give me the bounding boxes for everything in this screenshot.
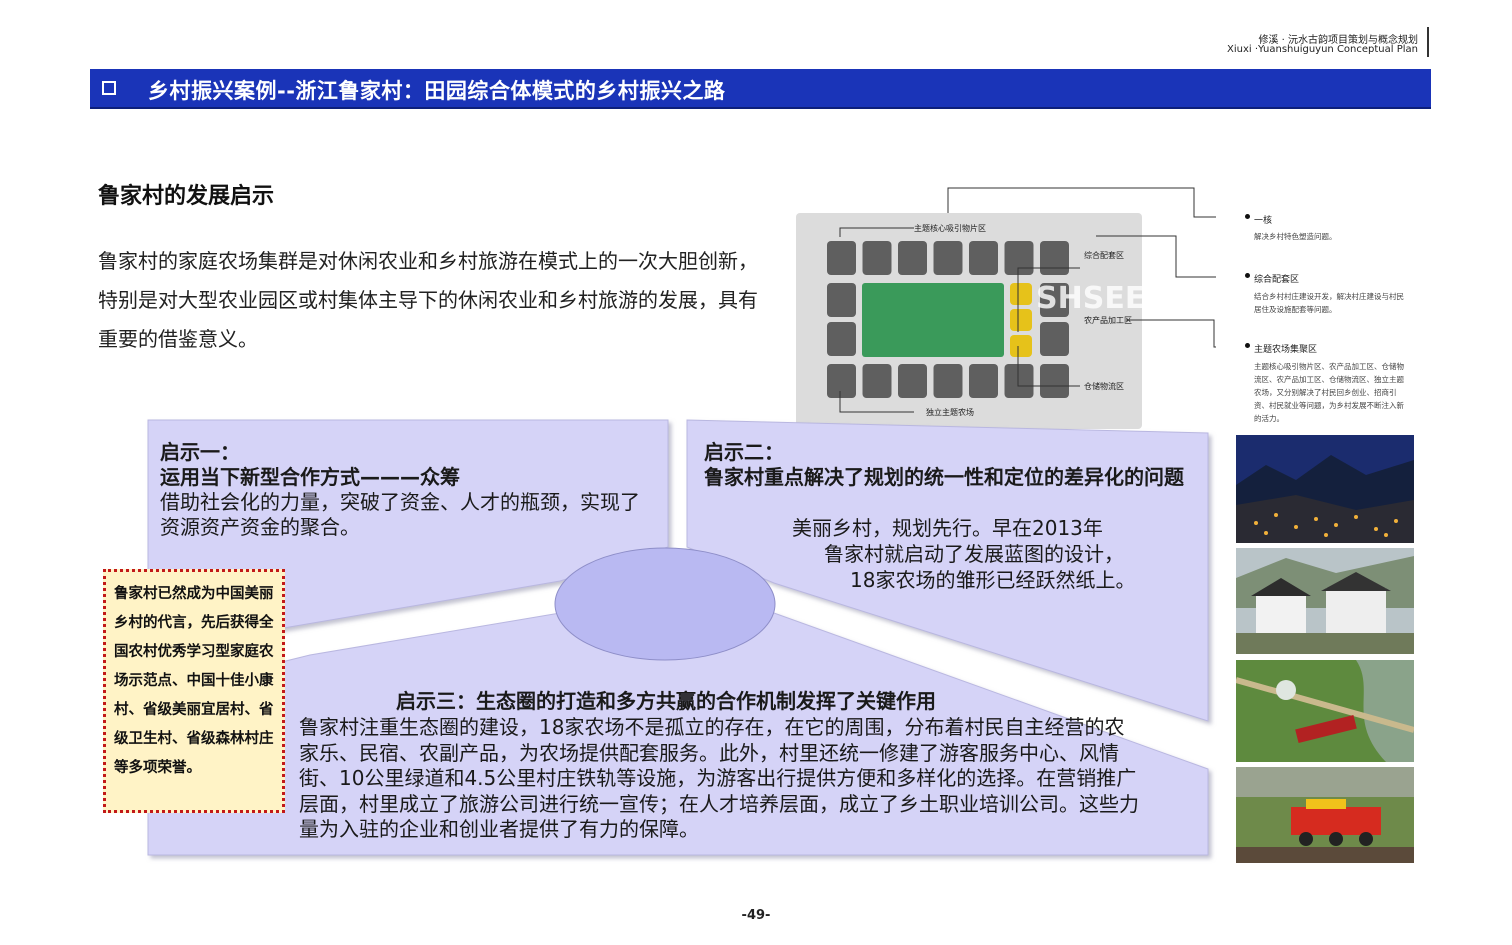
panel-2-label: 启示二：: [704, 440, 784, 464]
grid-cell: [1004, 364, 1034, 398]
photo-train-river: [1236, 660, 1414, 762]
grid-cell: [969, 241, 998, 275]
bullet-icon: [1245, 273, 1250, 278]
panel-2-body-line-2: 鲁家村就启动了发展蓝图的设计，: [824, 542, 1124, 566]
legend-desc-2: 结合乡村村庄建设开发，解决村庄建设与村民居住及设施配套等问题。: [1254, 292, 1404, 314]
legend-desc-1: 解决乡村特色塑造问题。: [1254, 232, 1337, 241]
grid-cell: [827, 364, 856, 398]
title-bar: 乡村振兴案例--浙江鲁家村：田园综合体模式的乡村振兴之路: [90, 69, 1431, 109]
panel-2-title: 鲁家村重点解决了规划的统一性和定位的差异化的问题: [704, 465, 1184, 489]
panel-2-heading: 启示二： 鲁家村重点解决了规划的统一性和定位的差异化的问题: [704, 440, 1194, 490]
grid-cell: [827, 241, 856, 275]
page-number: -49-: [741, 908, 771, 923]
photo-night-village: [1236, 435, 1414, 543]
legend-title-2: 综合配套区: [1254, 275, 1300, 285]
label-storage-zone: 仓储物流区: [1084, 381, 1124, 391]
square-bullet-icon: [102, 81, 116, 95]
legend-title-3: 主题农场集聚区: [1254, 345, 1318, 355]
legend-desc-3: 主题核心吸引物片区、农产品加工区、仓储物流区、农产品加工区、仓储物流区、独立主题…: [1254, 362, 1404, 423]
label-core-zone: 主题核心吸引物片区: [914, 223, 986, 233]
intro-paragraph: 鲁家村的家庭农场集群是对休闲农业和乡村旅游在模式上的一次大胆创新，特别是对大型农…: [98, 249, 758, 351]
panel-2-body-line-1: 美丽乡村，规划先行。早在2013年: [792, 516, 1103, 540]
watermark: SHSEE: [1036, 281, 1145, 316]
grid-cell: [827, 283, 856, 317]
section-heading: 鲁家村的发展启示: [98, 184, 275, 209]
grid-cell: [933, 364, 963, 398]
label-processing-zone: 农产品加工区: [1084, 315, 1132, 325]
header-divider: [1427, 27, 1429, 57]
grid-cell: [827, 322, 856, 356]
header-project-en: Xiuxi ·Yuanshuiguyun Conceptual Plan: [1227, 44, 1418, 55]
honor-box: 鲁家村已然成为中国美丽乡村的代言，先后获得全国农村优秀学习型家庭农场示范点、中国…: [103, 569, 285, 813]
photo-tourist-train: [1236, 767, 1414, 863]
yellow-cell: [1010, 283, 1032, 305]
panel-3-title: 启示三：生态圈的打造和多方共赢的合作机制发挥了关键作用: [396, 689, 936, 713]
photo-village-houses: [1236, 548, 1414, 654]
panel-1-heading: 启示一： 运用当下新型合作方式———众筹: [160, 440, 460, 490]
center-ellipse: [554, 547, 776, 661]
legend-title-1: 一核: [1254, 216, 1273, 226]
grid-cell: [1040, 364, 1069, 398]
panel-1-title: 运用当下新型合作方式———众筹: [160, 465, 460, 489]
grid-cell: [1040, 241, 1069, 275]
layout-diagram: 主题核心吸引物片区 综合配套区 农产品加工区 仓储物流区 独立主题农场 SHSE…: [796, 187, 1216, 429]
panel-1-body: 借助社会化的力量，突破了资金、人才的瓶颈，实现了资源资产资金的聚合。: [160, 490, 640, 539]
bullet-icon: [1245, 343, 1250, 348]
label-service-zone: 综合配套区: [1084, 250, 1124, 260]
yellow-cell: [1010, 335, 1032, 357]
yellow-cell: [1010, 309, 1032, 331]
grid-cell: [898, 241, 927, 275]
grid-cell: [1004, 241, 1034, 275]
grid-cell: [1040, 322, 1069, 356]
core-green-zone: [862, 283, 1004, 357]
bullet-icon: [1245, 214, 1250, 219]
grid-cell: [969, 364, 998, 398]
grid-cell: [933, 241, 963, 275]
panel-1-label: 启示一：: [160, 440, 240, 464]
panel-3-body: 鲁家村注重生态圈的建设，18家农场不是孤立的存在，在它的周围，分布着村民自主经营…: [299, 715, 1139, 841]
panel-2-body-line-3: 18家农场的雏形已经跃然纸上。: [850, 568, 1136, 592]
page-title: 乡村振兴案例--浙江鲁家村：田园综合体模式的乡村振兴之路: [148, 79, 726, 103]
grid-cell: [862, 241, 892, 275]
grid-cell: [898, 364, 927, 398]
grid-cell: [862, 364, 892, 398]
